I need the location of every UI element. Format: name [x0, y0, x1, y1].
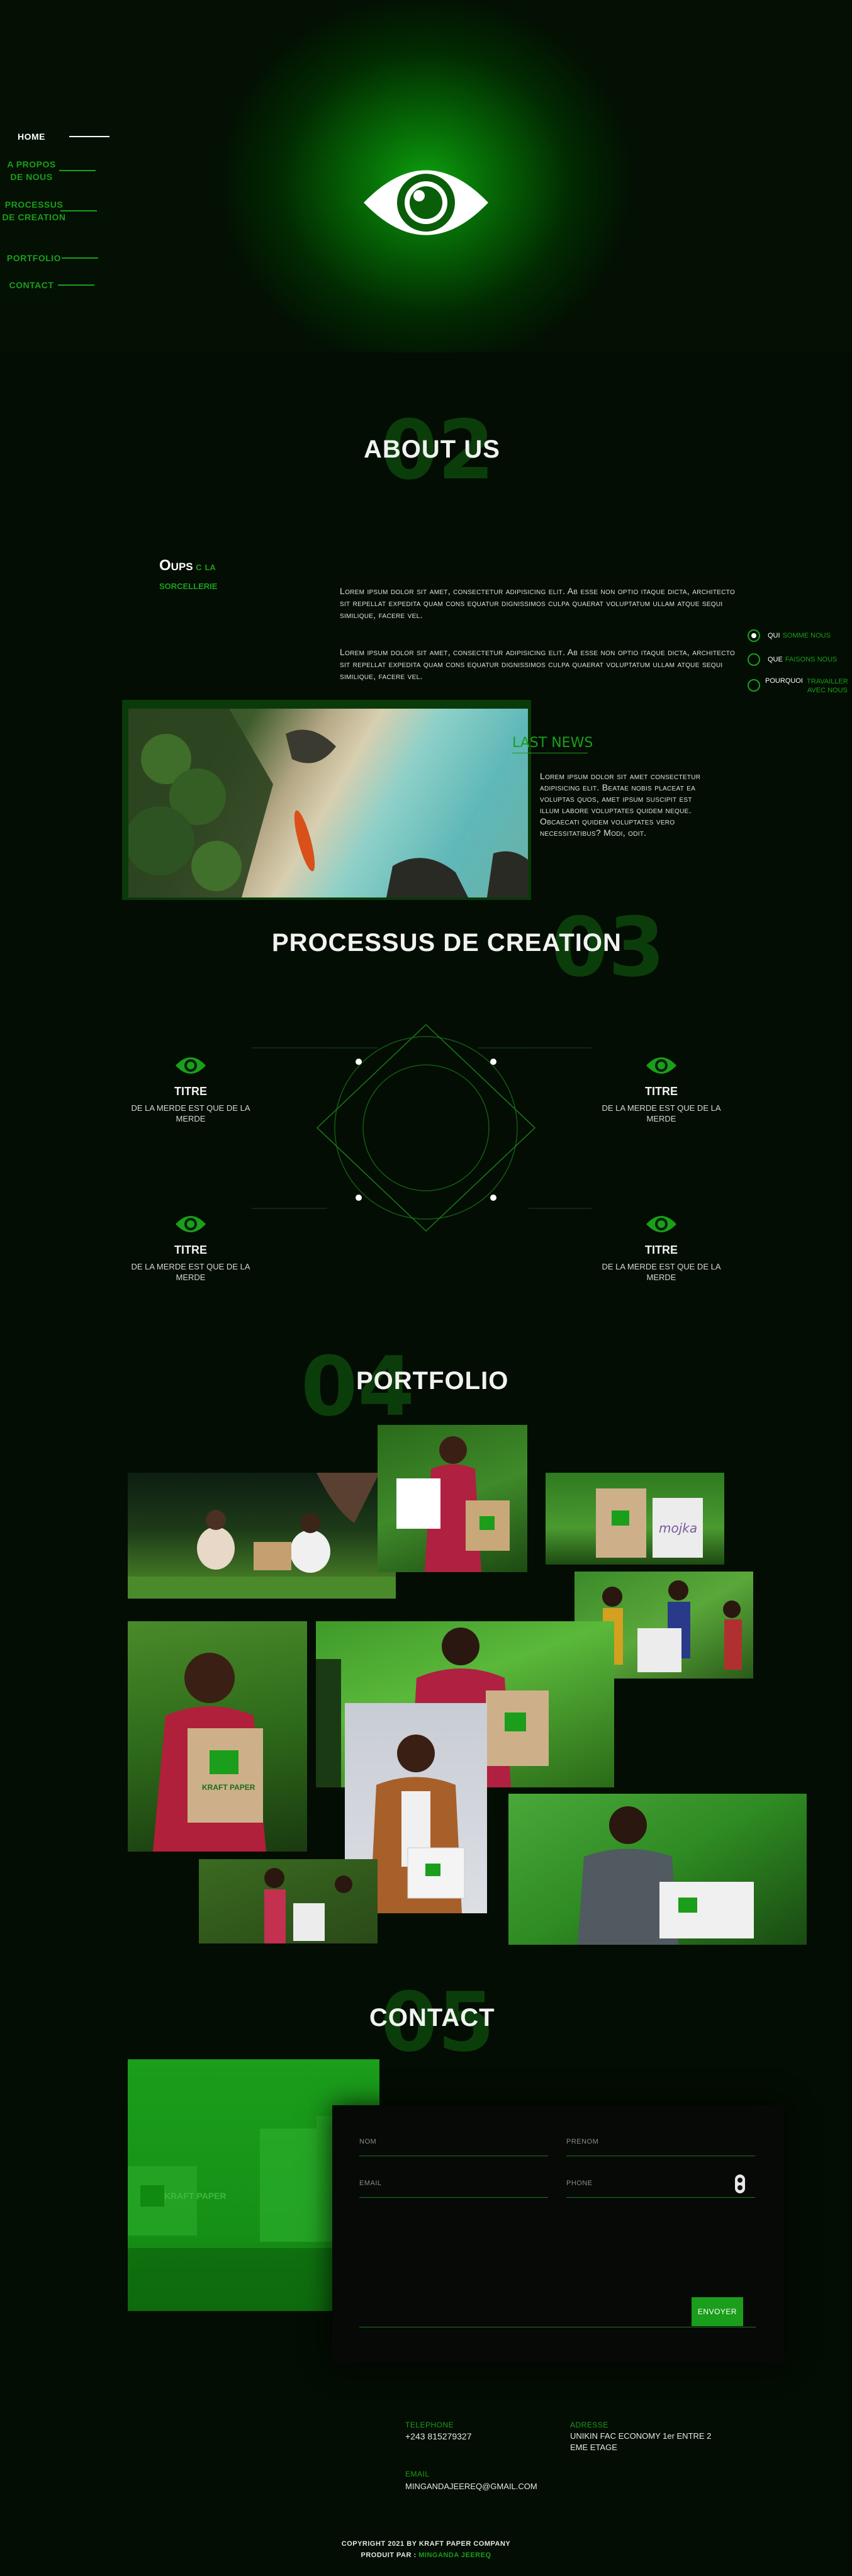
- side-nav-qui[interactable]: QUI SOMME NOUS: [748, 629, 831, 642]
- eye-icon: [364, 170, 488, 235]
- side-nav-que[interactable]: QUE FAISONS NOUS: [748, 653, 837, 666]
- portfolio-photo-picnic[interactable]: [128, 1473, 396, 1599]
- email-field[interactable]: [359, 2197, 548, 2198]
- step3-eye-icon: [176, 1216, 206, 1232]
- nav-contact-label[interactable]: CONTACT: [0, 279, 63, 291]
- footer-telephone-label: TELEPHONE: [405, 2421, 454, 2429]
- step2-title: TITRE: [645, 1085, 678, 1098]
- footer-copyright: COPYRIGHT 2021 BY KRAFT PAPER COMPANY: [341, 2540, 511, 2548]
- submit-button[interactable]: ENVOYER: [692, 2297, 743, 2326]
- side-nav-dot[interactable]: [748, 653, 760, 666]
- portfolio-photo-woman-right[interactable]: [508, 1794, 807, 1945]
- side-nav-que-white: QUE: [768, 656, 783, 663]
- process-title: PROCESSUS DE CREATION: [272, 929, 622, 957]
- nav-portfolio-line: [62, 257, 98, 259]
- side-nav-pourquoi-green: TRAVAILLER AVEC NOUS: [807, 678, 848, 694]
- footer-email-value[interactable]: MINGANDAJEEREQ@GMAIL.COM: [405, 2481, 537, 2492]
- nav-process-label[interactable]: PROCESSUS DE CREATION: [0, 198, 68, 223]
- footer-produced-prefix: PRODUIT PAR :: [361, 2551, 417, 2559]
- portfolio-photo-woman-smiling[interactable]: KRAFT PAPER: [128, 1621, 307, 1852]
- about-headline: Oups c la sorcellerie: [159, 557, 260, 595]
- nav-process[interactable]: PROCESSUS DE CREATION: [0, 198, 97, 223]
- portfolio-photo-woman-bags[interactable]: [378, 1425, 527, 1572]
- nav-about-line: [59, 170, 96, 171]
- nav-home[interactable]: HOME: [0, 130, 109, 143]
- footer-adresse-label: ADRESSE: [570, 2421, 608, 2429]
- nav-home-label[interactable]: HOME: [0, 130, 63, 143]
- about-headline-white: Oups: [159, 557, 193, 574]
- side-nav-dot[interactable]: [748, 679, 760, 692]
- nav-contact-line: [58, 284, 94, 286]
- nav-portfolio-label[interactable]: PORTFOLIO: [0, 252, 68, 264]
- about-paragraph-2: Lorem ipsum dolor sit amet, consectetur …: [340, 647, 736, 681]
- nav-portfolio[interactable]: PORTFOLIO: [0, 252, 98, 264]
- step4-eye-icon: [646, 1216, 676, 1232]
- step4-text: DE LA MERDE EST QUE DE LA MERDE: [602, 1262, 721, 1282]
- about-paragraph-1: Lorem ipsum dolor sit amet, consectetur …: [340, 586, 736, 620]
- contact-title: CONTACT: [369, 2004, 495, 2032]
- about-title: ABOUT US: [364, 436, 500, 463]
- portfolio-title: PORTFOLIO: [356, 1367, 509, 1395]
- phone-label[interactable]: PHONE: [566, 2179, 593, 2187]
- hero-section: [0, 0, 852, 352]
- portfolio-alt-brand: mojka: [659, 1521, 697, 1536]
- nav-home-line: [69, 136, 109, 137]
- step3-title: TITRE: [174, 1244, 207, 1256]
- contact-image-brand: KRAFT PAPER: [164, 2191, 227, 2201]
- prenom-label[interactable]: PRENOM: [566, 2138, 598, 2146]
- side-nav-dot-active[interactable]: [748, 629, 760, 642]
- contact-form: NOM PRENOM EMAIL PHONE ENVOYER: [332, 2105, 784, 2363]
- footer-produced-name[interactable]: MINGANDA JEEREQ: [418, 2551, 491, 2559]
- step2-text: DE LA MERDE EST QUE DE LA MERDE: [602, 1103, 721, 1123]
- footer-telephone-value[interactable]: +243 815279327: [405, 2431, 472, 2442]
- process-diagram: [252, 1023, 591, 1232]
- last-news-text: Lorem ipsum dolor sit amet consectetur a…: [540, 771, 701, 838]
- nom-label[interactable]: NOM: [359, 2138, 376, 2146]
- side-nav-qui-green: SOMME NOUS: [782, 632, 831, 639]
- side-nav-qui-white: QUI: [768, 632, 780, 639]
- step2-eye-icon: [646, 1057, 676, 1074]
- step1-title: TITRE: [174, 1085, 207, 1098]
- beach-photo: [128, 709, 528, 897]
- step1-text: DE LA MERDE EST QUE DE LA MERDE: [131, 1103, 250, 1123]
- footer-adresse-value: UNIKIN FAC ECONOMY 1er ENTRE 2 EME ETAGE: [570, 2431, 712, 2452]
- nav-about[interactable]: A PROPOS DE NOUS: [0, 158, 96, 183]
- nav-process-line: [60, 210, 97, 211]
- last-news-title: LAST NEWS: [512, 735, 593, 751]
- portfolio-photo-two-bags[interactable]: mojka: [546, 1473, 724, 1565]
- footer-credits: PRODUIT PAR : MINGANDA JEEREQ: [0, 2551, 852, 2559]
- phone-field[interactable]: [566, 2197, 755, 2198]
- portfolio-bag-brand: KRAFT PAPER: [202, 1783, 255, 1792]
- step4-title: TITRE: [645, 1244, 678, 1256]
- side-nav-pourquoi-white: POURQUOI: [765, 677, 803, 685]
- portfolio-photo-outdoor[interactable]: [199, 1859, 378, 1943]
- nav-about-label[interactable]: A PROPOS DE NOUS: [0, 158, 63, 183]
- step1-eye-icon: [176, 1057, 206, 1074]
- step3-text: DE LA MERDE EST QUE DE LA MERDE: [131, 1262, 250, 1282]
- side-nav-que-green: FAISONS NOUS: [785, 656, 838, 663]
- footer-email-label: EMAIL: [405, 2470, 430, 2478]
- phone-stepper[interactable]: [735, 2174, 745, 2193]
- nav-contact[interactable]: CONTACT: [0, 279, 94, 291]
- side-nav-pourquoi[interactable]: POURQUOI TRAVAILLER AVEC NOUS: [748, 677, 849, 695]
- email-label[interactable]: EMAIL: [359, 2179, 382, 2187]
